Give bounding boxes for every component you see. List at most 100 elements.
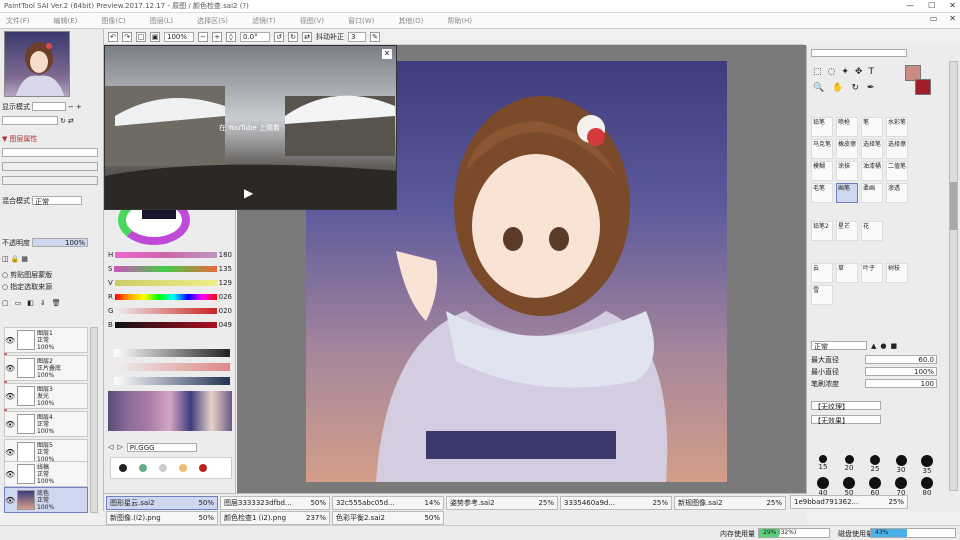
- move-icon[interactable]: ✥: [855, 67, 863, 77]
- background-color-swatch[interactable]: [915, 79, 931, 95]
- close-doc-icon[interactable]: ✕: [949, 14, 956, 23]
- zoom-out-icon[interactable]: −: [198, 31, 208, 42]
- pen-pressure-icon[interactable]: ✎: [370, 31, 380, 42]
- size-preset[interactable]: 35: [915, 455, 939, 475]
- size-preset[interactable]: 50: [837, 477, 861, 497]
- size-preset[interactable]: 20: [837, 455, 861, 475]
- palette-prev-icon[interactable]: ◁: [108, 443, 113, 451]
- tool-slot[interactable]: 柔画: [861, 183, 883, 203]
- navigator-rotate-icon[interactable]: ↻: [60, 117, 66, 125]
- menu-image[interactable]: 图像(C): [101, 16, 125, 26]
- menu-help[interactable]: 帮助(H): [447, 16, 472, 26]
- document-tab[interactable]: 色彩平衡2.sai2 50%: [332, 511, 444, 525]
- document-tab[interactable]: 3335460a9d... 25%: [560, 496, 672, 510]
- restore-icon[interactable]: ▭: [930, 14, 938, 23]
- pin-icon[interactable]: ◫: [2, 255, 9, 263]
- layer-row-selected[interactable]: 👁 底色 正常 100%: [4, 487, 88, 513]
- delete-layer-icon[interactable]: 🗑: [52, 299, 61, 307]
- eye-icon[interactable]: 👁: [5, 496, 15, 505]
- tool-slot[interactable]: 渗透: [886, 183, 908, 203]
- v-slider[interactable]: [114, 280, 217, 286]
- angle-value[interactable]: 0.0°: [240, 31, 270, 42]
- brush-shape-triangle-icon[interactable]: ▲: [871, 342, 876, 350]
- tool-slot[interactable]: 模糊: [811, 161, 833, 181]
- tool-slot[interactable]: 二值笔: [886, 161, 908, 181]
- layer-filter-field[interactable]: [2, 162, 98, 171]
- navigator-zoom-field[interactable]: [2, 116, 58, 125]
- undo-icon[interactable]: ↶: [108, 31, 118, 42]
- brush-blend-select[interactable]: 正常: [811, 341, 867, 351]
- video-overlay[interactable]: ✕ 在 YouTube 上观看 ▶: [104, 45, 397, 210]
- maximize-button[interactable]: ☐: [928, 1, 935, 10]
- tool-slot[interactable]: 涂抹: [836, 161, 858, 181]
- size-preset[interactable]: 70: [889, 477, 913, 497]
- magic-wand-icon[interactable]: ✦: [841, 67, 849, 77]
- lock-icon[interactable]: 🔒: [11, 255, 20, 263]
- eye-icon[interactable]: 👁: [5, 336, 15, 345]
- tool-slot[interactable]: 油漆桶: [861, 161, 883, 181]
- video-caption[interactable]: 在 YouTube 上观看: [219, 123, 280, 133]
- pink-gradient[interactable]: [114, 363, 230, 371]
- mask-icon[interactable]: ◧: [27, 299, 34, 307]
- scratch-pad[interactable]: [110, 457, 232, 479]
- swatch-palette[interactable]: [108, 391, 232, 431]
- rect-select-icon[interactable]: ⬚: [813, 67, 822, 77]
- text-icon[interactable]: T: [868, 67, 874, 77]
- new-layer-icon[interactable]: ▢: [2, 299, 9, 307]
- zoom-value[interactable]: 100%: [164, 31, 194, 42]
- brush-shape-circle-icon[interactable]: ●: [880, 342, 886, 350]
- select-all-icon[interactable]: ▣: [150, 31, 160, 42]
- menu-edit[interactable]: 编辑(E): [54, 16, 78, 26]
- zoom-in-icon[interactable]: +: [212, 31, 222, 42]
- tool-slot[interactable]: 选择笔: [861, 139, 883, 159]
- menu-selection[interactable]: 选择区(S): [197, 16, 228, 26]
- deselect-icon[interactable]: □: [136, 31, 146, 42]
- navigator-thumbnail[interactable]: [4, 31, 70, 97]
- menu-view[interactable]: 视图(V): [300, 16, 324, 26]
- tool-slot[interactable]: 铅笔: [811, 117, 833, 137]
- blue-gradient[interactable]: [114, 377, 230, 385]
- video-play-button[interactable]: ▶: [244, 186, 253, 200]
- tool-slot[interactable]: 花: [861, 221, 883, 241]
- selection-source-checkbox[interactable]: ○: [2, 283, 8, 291]
- h-slider[interactable]: [115, 252, 217, 258]
- size-preset[interactable]: 40: [811, 477, 835, 497]
- new-folder-icon[interactable]: ▭: [15, 299, 22, 307]
- tool-slot[interactable]: 星芒: [836, 221, 858, 241]
- size-preset[interactable]: 80: [915, 477, 939, 497]
- menu-window[interactable]: 窗口(W): [348, 16, 374, 26]
- menu-file[interactable]: 文件(F): [6, 16, 30, 26]
- redo-icon[interactable]: ↷: [122, 31, 132, 42]
- blend-mode-select[interactable]: 正常: [32, 196, 82, 206]
- clipping-checkbox[interactable]: ○: [2, 271, 8, 279]
- menu-other[interactable]: 其他(O): [398, 16, 423, 26]
- tool-slot[interactable]: 喷枪: [836, 117, 858, 137]
- stabilizer-select[interactable]: 3: [348, 31, 366, 42]
- eye-icon[interactable]: 👁: [5, 364, 15, 373]
- document-tab[interactable]: 32c555abc05d... 14%: [332, 496, 444, 510]
- tool-slot[interactable]: 树枝: [886, 263, 908, 283]
- layer-row[interactable]: 👁 图层1 正常 100%: [4, 327, 88, 353]
- hand-icon[interactable]: ✋: [832, 83, 843, 93]
- s-slider[interactable]: [114, 266, 217, 272]
- layer-name-field[interactable]: [2, 148, 98, 157]
- density-slider[interactable]: 100: [865, 379, 937, 388]
- document-tab[interactable]: 新规图像.sai2 25%: [674, 496, 786, 510]
- size-preset[interactable]: 60: [863, 477, 887, 497]
- tool-slot[interactable]: 选择擦: [886, 139, 908, 159]
- size-preset[interactable]: 25: [863, 455, 887, 475]
- tool-slot[interactable]: 雪: [811, 285, 833, 305]
- menu-filter[interactable]: 滤镜(T): [252, 16, 276, 26]
- scratch-swatch[interactable]: [199, 464, 207, 472]
- b-slider[interactable]: [114, 322, 217, 328]
- eye-icon[interactable]: 👁: [5, 448, 15, 457]
- layer-row[interactable]: 👁 线稿 正常 100%: [4, 461, 88, 487]
- document-tab[interactable]: 1e9bbad791362... 25%: [790, 495, 908, 509]
- eye-icon[interactable]: 👁: [5, 470, 15, 479]
- document-tab[interactable]: 姿势参考.sai2 25%: [446, 496, 558, 510]
- tool-panel-scrollbar[interactable]: [949, 61, 958, 491]
- navigator-zoom-out-icon[interactable]: −: [68, 103, 74, 111]
- navigator-zoom-in-icon[interactable]: +: [76, 103, 82, 111]
- menu-layer[interactable]: 图层(L): [150, 16, 173, 26]
- rotate-tool-icon[interactable]: ↻: [851, 83, 859, 93]
